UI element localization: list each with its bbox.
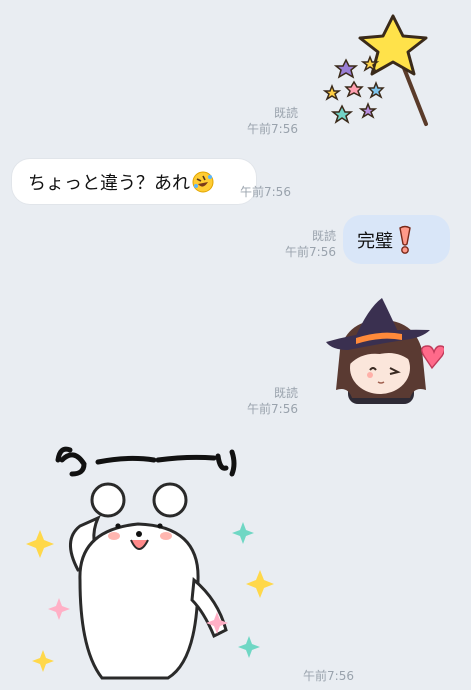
timestamp: 午前7:56 bbox=[303, 669, 354, 683]
read-receipt: 既読 bbox=[273, 386, 298, 400]
message-meta: 既読 午前7:56 bbox=[220, 105, 298, 137]
message-text: ちょっと違う？あれ bbox=[28, 172, 190, 194]
witch-girl-icon bbox=[326, 298, 446, 404]
star-wand-icon bbox=[322, 14, 428, 126]
timestamp: 午前7:56 bbox=[240, 185, 291, 199]
outgoing-message-bubble[interactable]: 完璧 bbox=[343, 215, 450, 264]
bear-waai-sticker[interactable] bbox=[18, 430, 282, 685]
timestamp: 午前7:56 bbox=[285, 245, 336, 259]
message-text: 完璧 bbox=[357, 230, 393, 252]
star-wand-sticker[interactable] bbox=[318, 8, 468, 128]
message-meta: 既読 午前7:56 bbox=[258, 228, 336, 260]
timestamp: 午前7:56 bbox=[247, 122, 298, 136]
timestamp: 午前7:56 bbox=[247, 402, 298, 416]
read-receipt: 既読 bbox=[273, 106, 298, 120]
incoming-message-bubble[interactable]: ちょっと違う？あれ bbox=[12, 159, 256, 204]
message-meta: 午前7:56 bbox=[276, 668, 354, 684]
exclamation-emoji-icon bbox=[397, 225, 413, 255]
witch-girl-sticker[interactable] bbox=[318, 290, 446, 412]
read-receipt: 既読 bbox=[311, 229, 336, 243]
message-meta: 午前7:56 bbox=[232, 184, 332, 200]
bear-sticker-icon bbox=[26, 446, 274, 680]
rofl-emoji-icon bbox=[192, 171, 214, 193]
message-meta: 既読 午前7:56 bbox=[220, 385, 298, 417]
